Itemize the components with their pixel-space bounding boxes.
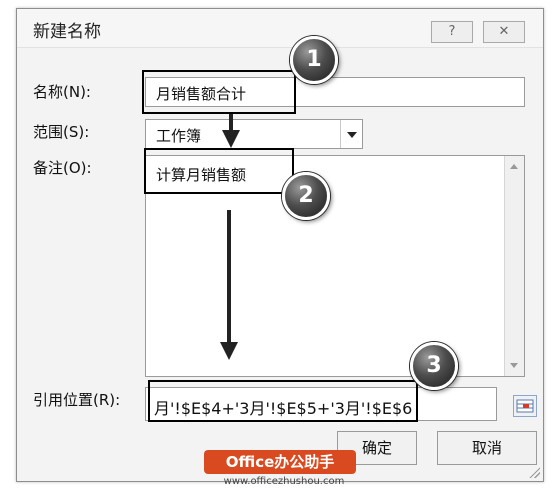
step-3-badge: 3 — [410, 342, 458, 390]
watermark-url: www.officezhushou.com — [223, 476, 345, 487]
scroll-up-icon[interactable] — [510, 164, 518, 169]
scroll-down-icon[interactable] — [510, 363, 518, 368]
collapse-dialog-button[interactable] — [513, 395, 537, 417]
resize-grip-icon[interactable] — [528, 466, 540, 478]
arrow-down-1-icon — [222, 114, 240, 148]
arrow-down-2-icon — [220, 210, 238, 360]
highlight-refers-to — [148, 380, 418, 422]
highlight-comment — [144, 148, 294, 194]
step-2-badge: 2 — [282, 172, 330, 220]
dialog-title: 新建名称 — [33, 22, 101, 42]
watermark-brand: Office办公助手 — [204, 450, 356, 474]
chevron-down-icon[interactable] — [340, 120, 362, 148]
scope-select[interactable]: 工作簿 — [145, 119, 363, 149]
scope-label: 范围(S): — [33, 123, 90, 141]
help-button[interactable]: ? — [431, 21, 473, 43]
close-button[interactable]: ✕ — [483, 21, 525, 43]
cancel-button[interactable]: 取消 — [437, 431, 537, 465]
refers-to-label: 引用位置(R): — [33, 391, 121, 409]
comment-label: 备注(O): — [33, 159, 92, 177]
scope-select-value: 工作簿 — [156, 127, 202, 145]
highlight-name — [142, 70, 296, 114]
name-label: 名称(N): — [33, 83, 91, 101]
dialog-titlebar[interactable]: 新建名称 ? ✕ — [17, 9, 543, 48]
range-select-icon — [516, 399, 534, 413]
comment-scrollbar[interactable] — [504, 156, 524, 376]
step-1-badge: 1 — [290, 36, 338, 84]
